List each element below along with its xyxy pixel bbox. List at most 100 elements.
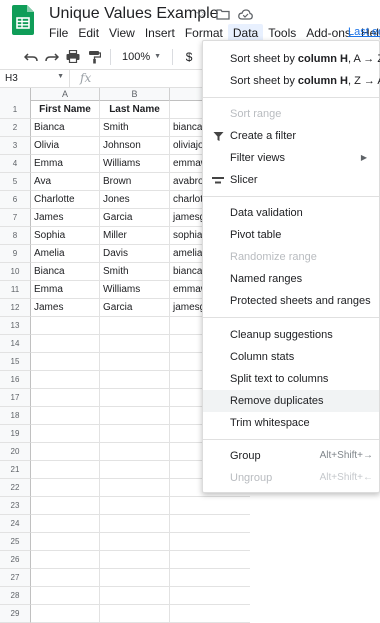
last-edit-link[interactable]: Last edi [348,26,380,38]
data-validation-item[interactable]: Data validation [203,202,379,224]
table-cell[interactable]: James [31,209,100,227]
randomize-range-item[interactable]: Randomize range [203,246,379,268]
table-cell[interactable]: Johnson [100,137,170,155]
row-header[interactable]: 2 [0,119,31,137]
row-header[interactable]: 16 [0,371,31,389]
row-header[interactable]: 24 [0,515,31,533]
split-text-item[interactable]: Split text to columns [203,368,379,390]
named-ranges-item[interactable]: Named ranges [203,268,379,290]
table-cell[interactable] [31,515,100,533]
table-cell[interactable]: Smith [100,263,170,281]
table-cell[interactable] [100,353,170,371]
row-header[interactable]: 17 [0,389,31,407]
table-cell[interactable] [31,371,100,389]
table-cell[interactable] [100,551,170,569]
table-cell[interactable] [100,515,170,533]
row-header[interactable]: 4 [0,155,31,173]
zoom-select[interactable]: 100% ▼ [118,51,165,63]
table-cell[interactable]: Sophia [31,227,100,245]
protected-sheets-item[interactable]: Protected sheets and ranges [203,290,379,312]
sheets-logo-icon[interactable] [12,5,34,35]
cleanup-suggestions-item[interactable]: Cleanup suggestions [203,324,379,346]
undo-icon[interactable] [22,48,40,66]
table-cell[interactable] [31,587,100,605]
select-all-corner[interactable] [0,88,31,101]
row-header[interactable]: 27 [0,569,31,587]
table-cell[interactable]: Miller [100,227,170,245]
star-icon[interactable]: ☆ [193,6,209,22]
table-cell[interactable] [31,407,100,425]
table-cell[interactable]: Olivia [31,137,100,155]
sort-sheet-za-item[interactable]: Sort sheet by column H, Z → A [203,70,380,92]
table-cell[interactable] [100,587,170,605]
redo-icon[interactable] [43,48,61,66]
row-header[interactable]: 26 [0,551,31,569]
table-cell[interactable] [170,569,250,587]
row-header[interactable]: 12 [0,299,31,317]
table-cell[interactable] [100,335,170,353]
column-header-a[interactable]: A [31,88,100,101]
sort-sheet-az-item[interactable]: Sort sheet by column H, A → Z [203,48,380,70]
row-header[interactable]: 9 [0,245,31,263]
row-header[interactable]: 14 [0,335,31,353]
table-cell[interactable]: Amelia [31,245,100,263]
move-folder-icon[interactable] [215,6,231,22]
row-header[interactable]: 13 [0,317,31,335]
column-stats-item[interactable]: Column stats [203,346,379,368]
table-cell[interactable] [170,497,250,515]
menu-edit[interactable]: Edit [73,24,104,42]
table-cell[interactable] [31,497,100,515]
table-cell[interactable] [100,569,170,587]
ungroup-item[interactable]: Ungroup Alt+Shift+← [203,467,379,489]
row-header[interactable]: 29 [0,605,31,623]
table-cell[interactable]: James [31,299,100,317]
table-cell[interactable] [170,587,250,605]
table-cell[interactable]: Ava [31,173,100,191]
table-cell[interactable]: Smith [100,119,170,137]
menu-file[interactable]: File [44,24,73,42]
table-cell[interactable] [100,461,170,479]
table-cell[interactable] [31,317,100,335]
row-header[interactable]: 8 [0,227,31,245]
table-cell[interactable] [100,605,170,623]
sort-range-item[interactable]: Sort range [203,103,379,125]
row-header[interactable]: 21 [0,461,31,479]
table-cell[interactable] [31,551,100,569]
row-header[interactable]: 25 [0,533,31,551]
trim-whitespace-item[interactable]: Trim whitespace [203,412,379,434]
table-cell[interactable] [31,389,100,407]
table-cell[interactable] [170,533,250,551]
filter-views-item[interactable]: Filter views ▶ [203,147,379,169]
remove-duplicates-item[interactable]: Remove duplicates [203,390,379,412]
table-cell[interactable] [31,425,100,443]
row-header[interactable]: 15 [0,353,31,371]
table-cell[interactable] [170,515,250,533]
table-cell[interactable] [31,533,100,551]
table-cell[interactable] [100,407,170,425]
table-cell[interactable] [170,605,250,623]
table-cell[interactable]: Davis [100,245,170,263]
row-header[interactable]: 18 [0,407,31,425]
table-cell[interactable]: Charlotte [31,191,100,209]
table-cell[interactable] [31,461,100,479]
row-header[interactable]: 5 [0,173,31,191]
table-cell[interactable]: Bianca [31,263,100,281]
table-cell[interactable]: Williams [100,155,170,173]
row-header[interactable]: 20 [0,443,31,461]
table-cell[interactable]: Garcia [100,299,170,317]
table-cell[interactable] [31,353,100,371]
pivot-table-item[interactable]: Pivot table [203,224,379,246]
group-item[interactable]: Group Alt+Shift+→ [203,445,379,467]
table-cell[interactable] [100,443,170,461]
table-cell[interactable] [100,317,170,335]
table-cell[interactable] [31,605,100,623]
table-cell[interactable]: Garcia [100,209,170,227]
table-cell[interactable] [100,389,170,407]
table-cell[interactable]: Williams [100,281,170,299]
table-cell[interactable] [100,425,170,443]
column-title-cell[interactable]: Last Name [100,101,170,119]
row-header[interactable]: 22 [0,479,31,497]
menu-view[interactable]: View [104,24,140,42]
row-header[interactable]: 23 [0,497,31,515]
table-cell[interactable] [100,371,170,389]
